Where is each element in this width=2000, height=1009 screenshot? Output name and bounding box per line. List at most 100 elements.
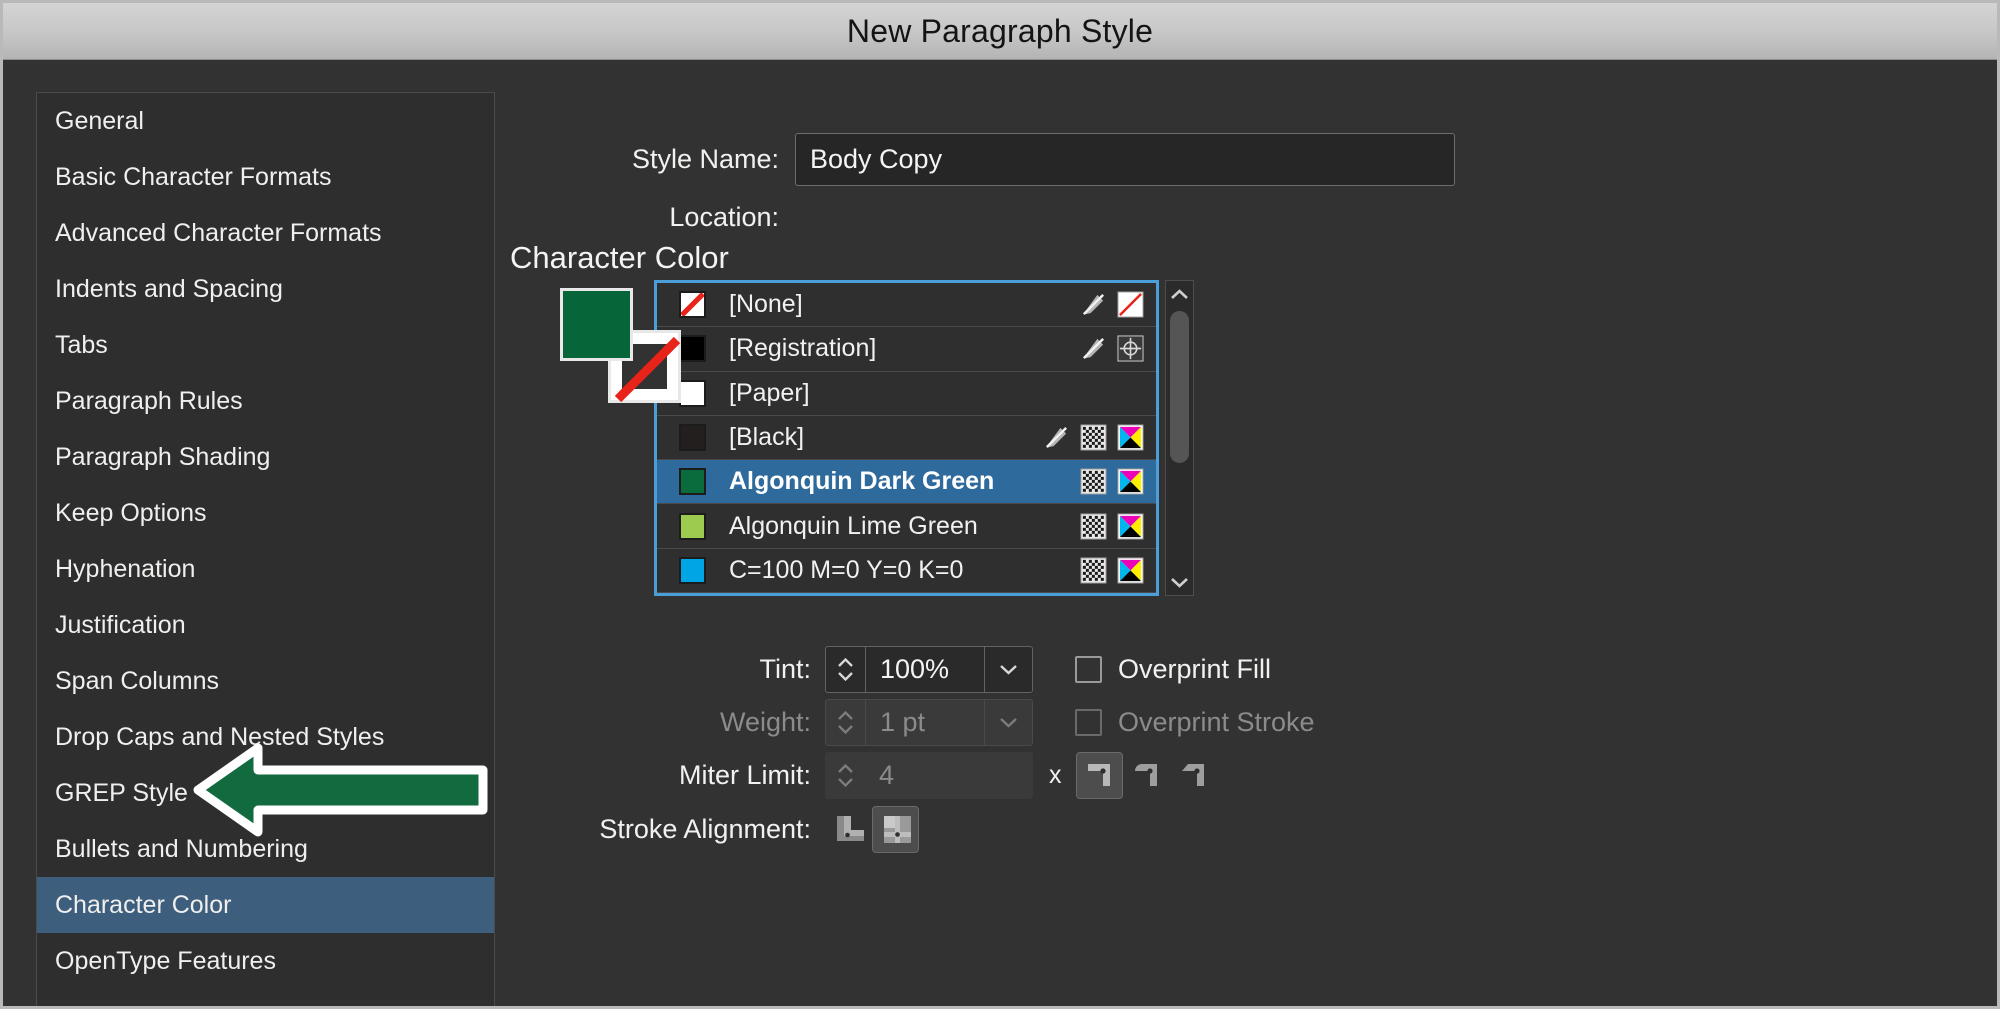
swatch-list[interactable]: [None] [Registration] [Paper] [Black] Algonq… [657, 283, 1156, 593]
swatch-label: C=100 M=0 Y=0 K=0 [729, 555, 964, 584]
tint-checkerboard-icon [1080, 424, 1107, 451]
swatch-icon-group [1080, 291, 1144, 318]
bevel-join-button[interactable] [1170, 752, 1217, 799]
swatch-color-chip [679, 556, 706, 584]
stroke-align-inside-icon [883, 816, 911, 843]
swatch-icon-group [1080, 335, 1144, 362]
sidebar-item-advanced-character-formats[interactable]: Advanced Character Formats [37, 205, 494, 261]
miter-join-button[interactable] [1075, 751, 1123, 799]
sidebar-item-drop-caps-and-nested-styles[interactable]: Drop Caps and Nested Styles [37, 709, 494, 765]
swatch-label: [Black] [729, 423, 805, 452]
tint-stepper-arrows[interactable] [826, 646, 866, 692]
miter-limit-label: Miter Limit: [678, 759, 811, 790]
sidebar-item-character-color[interactable]: Character Color [37, 877, 494, 933]
scrollbar-track[interactable] [1166, 307, 1193, 569]
overprint-stroke-control[interactable]: Overprint Stroke [1075, 707, 1315, 738]
sidebar-item-span-columns[interactable]: Span Columns [37, 653, 494, 709]
overprint-fill-control[interactable]: Overprint Fill [1075, 654, 1271, 685]
sidebar-item-general[interactable]: General [37, 93, 494, 149]
cmyk-process-color-icon [1117, 513, 1144, 540]
sidebar-item-hyphenation[interactable]: Hyphenation [37, 541, 494, 597]
swatch-label: Algonquin Lime Green [729, 511, 978, 540]
style-name-label: Style Name: [631, 143, 779, 174]
sidebar-item-justification[interactable]: Justification [37, 597, 494, 653]
weight-stepper-arrows[interactable] [826, 699, 866, 745]
swatch-row[interactable]: [Black] [657, 416, 1156, 461]
swatch-icon-group [1080, 468, 1144, 495]
miter-stepper-arrows[interactable] [825, 752, 865, 799]
weight-label: Weight: [719, 706, 811, 737]
sidebar-item-label: Advanced Character Formats [55, 218, 382, 247]
miter-limit-stepper[interactable]: 4 [825, 751, 1033, 799]
location-row: Location: [495, 194, 1835, 240]
sidebar-item-indents-and-spacing[interactable]: Indents and Spacing [37, 261, 494, 317]
sidebar-item-label: Paragraph Shading [55, 442, 271, 471]
swatch-row[interactable]: C=100 M=0 Y=0 K=0 [657, 549, 1156, 593]
miter-limit-input[interactable]: 4 [865, 752, 1033, 799]
miter-times-label: x [1049, 760, 1062, 789]
miter-join-icon [1088, 764, 1110, 786]
sidebar-item-keep-options[interactable]: Keep Options [37, 485, 494, 541]
sidebar-item-label: Tabs [55, 330, 108, 359]
tint-checkerboard-icon [1080, 468, 1107, 495]
swatch-color-chip [679, 468, 706, 496]
overprint-stroke-checkbox[interactable] [1075, 708, 1102, 736]
overprint-fill-checkbox[interactable] [1075, 655, 1102, 683]
sidebar-item-tabs[interactable]: Tabs [37, 317, 494, 373]
swatch-row[interactable]: [Paper] [657, 372, 1156, 416]
sidebar-item-grep-style[interactable]: GREP Style [37, 765, 494, 821]
sidebar-item-label: Bullets and Numbering [55, 834, 308, 863]
sidebar-item-paragraph-shading[interactable]: Paragraph Shading [37, 429, 494, 485]
round-join-button[interactable] [1123, 752, 1170, 799]
swatch-list-scrollbar[interactable] [1165, 280, 1194, 596]
style-name-input[interactable]: Body Copy [795, 132, 1455, 186]
scrollbar-thumb[interactable] [1170, 311, 1189, 463]
dialog-title: New Paragraph Style [846, 12, 1154, 49]
stroke-alignment-label: Stroke Alignment: [599, 813, 811, 844]
swatch-row[interactable]: Algonquin Lime Green [657, 504, 1156, 549]
sidebar-item-paragraph-rules[interactable]: Paragraph Rules [37, 373, 494, 429]
tint-input[interactable]: 100% [866, 647, 984, 692]
swatch-label: Algonquin Dark Green [729, 467, 995, 496]
stroke-align-inside-button[interactable] [872, 805, 919, 853]
round-join-icon [1135, 764, 1157, 786]
weight-dropdown-icon[interactable] [984, 699, 1032, 745]
stepper-down-icon [838, 671, 853, 681]
scroll-up-icon[interactable] [1166, 281, 1193, 307]
sidebar-item-label: Indents and Spacing [55, 274, 283, 303]
swatch-icon-group [1080, 557, 1144, 584]
tint-dropdown-icon[interactable] [984, 646, 1032, 692]
tint-checkerboard-icon [1080, 557, 1107, 584]
swatch-list-container[interactable]: [None] [Registration] [Paper] [Black] Algonq… [654, 280, 1159, 596]
registration-target-icon [1117, 335, 1144, 362]
sidebar-item-basic-character-formats[interactable]: Basic Character Formats [37, 149, 494, 205]
tint-checkerboard-icon [1080, 513, 1107, 540]
weight-input[interactable]: 1 pt [866, 700, 984, 745]
sidebar-item-label: OpenType Features [55, 946, 276, 975]
sidebar-item-opentype-features[interactable]: OpenType Features [37, 933, 494, 989]
tint-stepper[interactable]: 100% [825, 645, 1033, 693]
stepper-up-icon [837, 763, 853, 773]
swatch-row[interactable]: Algonquin Dark Green [657, 460, 1156, 505]
none-chip-slash-icon [681, 293, 704, 317]
locked-swatch-icon [1045, 427, 1068, 449]
sidebar-item-bullets-and-numbering[interactable]: Bullets and Numbering [37, 821, 494, 877]
swatch-row[interactable]: [Registration] [657, 327, 1156, 372]
stroke-alignment-row: Stroke Alignment: [495, 804, 919, 854]
swatch-color-chip [679, 424, 706, 452]
swatch-row[interactable]: [None] [657, 283, 1156, 328]
fill-proxy-swatch[interactable] [560, 288, 633, 361]
settings-category-list[interactable]: General Basic Character Formats Advanced C… [36, 92, 495, 1006]
swatch-color-chip [679, 512, 706, 540]
stroke-align-center-icon [836, 816, 864, 841]
sidebar-item-label: Character Color [55, 890, 232, 919]
style-name-row: Style Name: Body Copy [495, 132, 1835, 186]
swatch-label: [Registration] [729, 334, 877, 363]
swatch-label: [None] [729, 290, 803, 319]
locked-swatch-icon [1082, 338, 1105, 360]
miter-limit-row: Miter Limit: 4 x [495, 750, 1217, 800]
overprint-fill-label: Overprint Fill [1118, 653, 1272, 684]
weight-stepper[interactable]: 1 pt [825, 698, 1033, 746]
scroll-down-icon[interactable] [1166, 569, 1193, 595]
stroke-align-center-button[interactable] [825, 806, 872, 853]
